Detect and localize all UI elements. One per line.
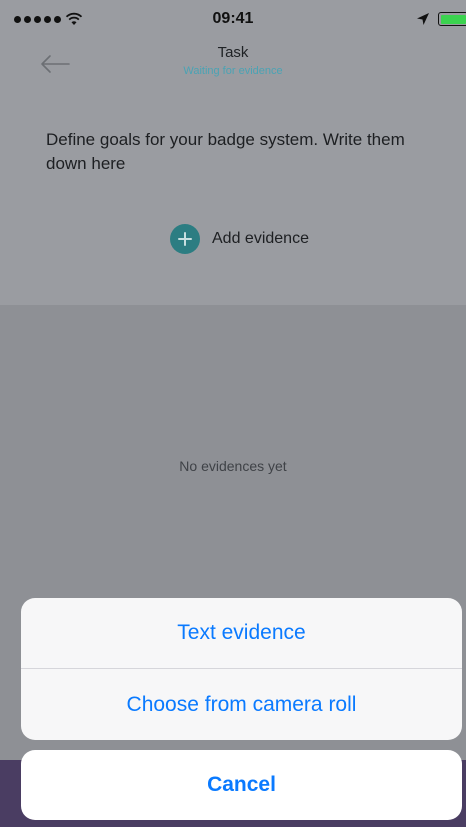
task-status-subtitle: Waiting for evidence [183,65,283,77]
camera-roll-option[interactable]: Choose from camera roll [21,669,462,740]
task-header-panel: 09:41 Task Waiting for evidence Define g… [0,0,466,305]
location-icon [417,13,429,25]
cancel-button[interactable]: Cancel [21,750,462,820]
battery-level [440,14,466,24]
text-evidence-option[interactable]: Text evidence [21,598,462,669]
status-right [416,12,466,26]
action-sheet: Text evidence Choose from camera roll [21,598,462,740]
add-evidence-label: Add evidence [212,230,309,247]
navigation-bar: Task Waiting for evidence [0,40,466,96]
empty-state-text: No evidences yet [179,458,287,474]
screen: 09:41 Task Waiting for evidence Define g… [0,0,466,827]
task-description: Define goals for your badge system. Writ… [46,130,405,173]
page-title: Task [217,44,249,61]
add-evidence-button[interactable]: Add evidence [170,224,309,254]
status-bar: 09:41 [0,0,466,40]
plus-circle-icon [170,224,200,254]
battery-icon [438,12,466,26]
status-time: 09:41 [212,10,254,27]
